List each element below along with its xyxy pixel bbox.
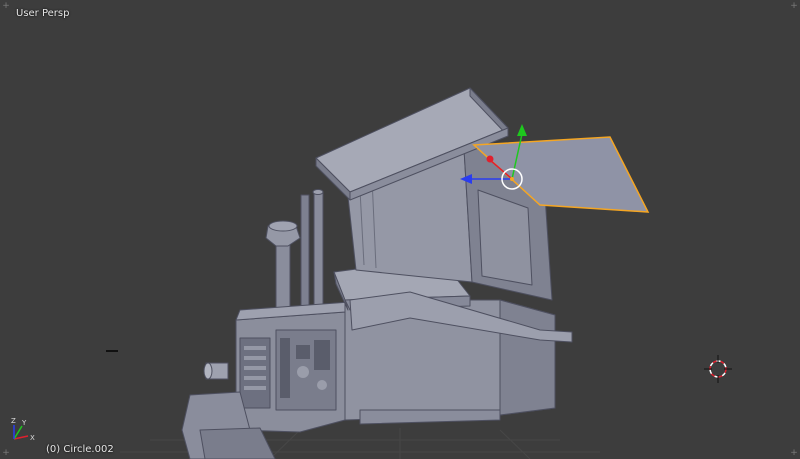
active-object-label: (0) Circle.002 — [46, 444, 114, 455]
3d-scene[interactable]: X Y Z — [0, 0, 800, 459]
axis-y-label: Y — [21, 419, 27, 427]
axis-z-label: Z — [11, 417, 16, 425]
crosshair-icon[interactable] — [704, 355, 732, 383]
axis-x-label: X — [30, 434, 35, 442]
3d-viewport[interactable]: X Y Z User Persp (0) Circle.002 + + + + — [0, 0, 800, 459]
plus-icon[interactable]: + — [1, 448, 11, 458]
plus-icon[interactable]: + — [1, 1, 11, 11]
view-mode-label: User Persp — [16, 8, 70, 19]
plus-icon[interactable]: + — [789, 1, 799, 11]
plus-icon[interactable]: + — [789, 448, 799, 458]
axis-gizmo-icon: X Y Z — [11, 417, 35, 442]
